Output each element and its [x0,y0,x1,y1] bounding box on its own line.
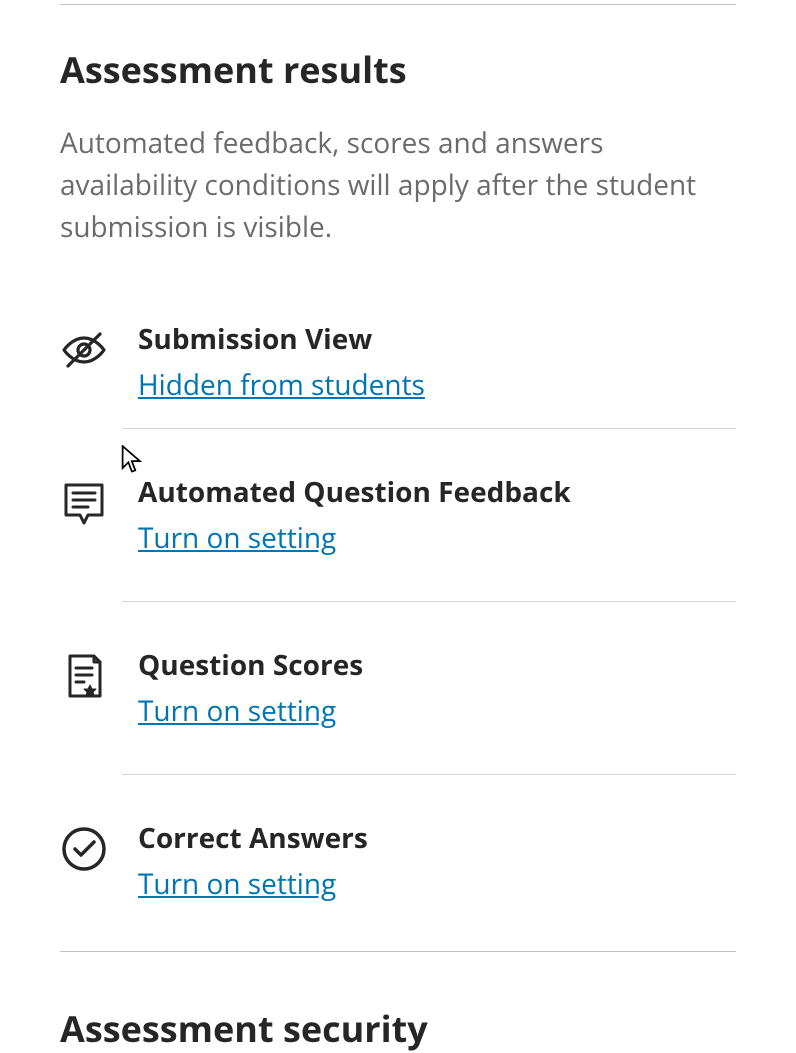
setting-row-question-scores: Question Scores Turn on setting [122,602,736,775]
section-title-assessment-security: Assessment security [60,1004,736,1053]
section-divider [60,951,736,952]
setting-link-submission-view[interactable]: Hidden from students [138,366,425,404]
top-divider [60,4,736,5]
setting-title-correct-answers: Correct Answers [138,819,736,857]
visibility-off-icon [60,320,138,374]
setting-row-submission-view: Submission View Hidden from students [60,296,736,428]
setting-title-question-scores: Question Scores [138,646,736,684]
feedback-icon [60,473,138,527]
setting-title-automated-feedback: Automated Question Feedback [138,473,736,511]
setting-link-question-scores[interactable]: Turn on setting [138,692,336,730]
scores-icon [60,646,138,700]
setting-title-submission-view: Submission View [138,320,736,358]
setting-row-correct-answers: Correct Answers Turn on setting [122,775,736,935]
setting-link-automated-feedback[interactable]: Turn on setting [138,519,336,557]
section-description: Automated feedback, scores and answers a… [60,122,700,248]
setting-row-automated-feedback: Automated Question Feedback Turn on sett… [122,429,736,602]
setting-link-correct-answers[interactable]: Turn on setting [138,865,336,903]
section-title-assessment-results: Assessment results [60,45,736,94]
check-circle-icon [60,819,138,873]
